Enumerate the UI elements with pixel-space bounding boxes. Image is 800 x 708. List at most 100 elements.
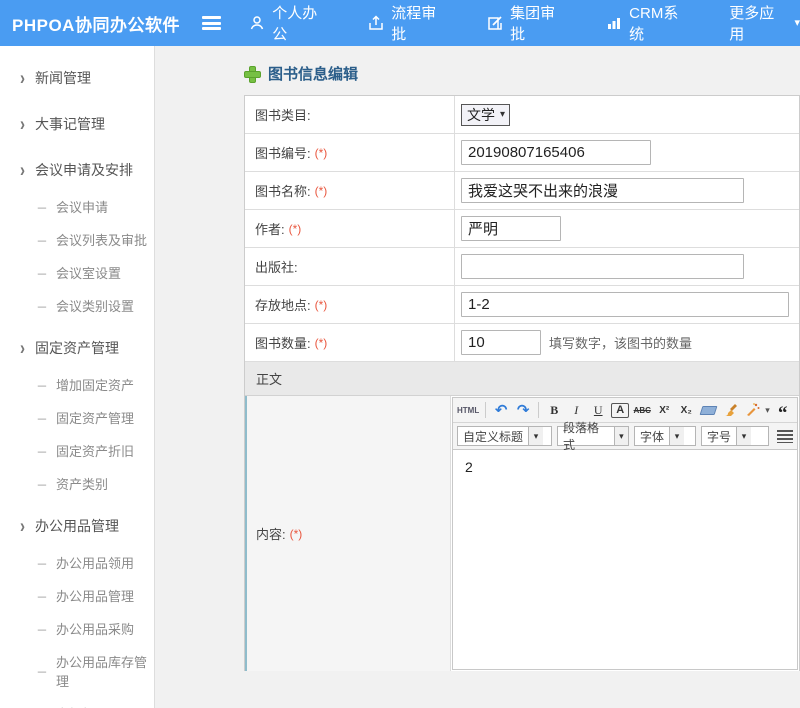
- sidebar-item-meeting-category[interactable]: — 会议类别设置: [0, 289, 154, 322]
- book-name-label: 图书名称:: [255, 181, 311, 200]
- font-size-select[interactable]: 字号 ▾: [701, 426, 769, 446]
- sidebar-item-asset-manage[interactable]: — 固定资产管理: [0, 401, 154, 434]
- sidebar-item-meeting-list[interactable]: — 会议列表及审批: [0, 223, 154, 256]
- location-label: 存放地点:: [255, 295, 311, 314]
- body-section-title: 正文: [256, 369, 282, 388]
- dash-icon: —: [38, 556, 46, 570]
- subscript-button[interactable]: X₂: [677, 401, 695, 419]
- nav-crm-system[interactable]: CRM系统: [606, 2, 691, 44]
- dash-icon: —: [38, 200, 46, 214]
- italic-button[interactable]: I: [567, 401, 585, 419]
- sidebar-group-assets[interactable]: › 固定资产管理: [0, 328, 154, 368]
- quantity-input[interactable]: [461, 330, 541, 355]
- author-label: 作者:: [255, 219, 285, 238]
- paragraph-format-select[interactable]: 段落格式 ▾: [557, 426, 629, 446]
- superscript-button[interactable]: X²: [655, 401, 673, 419]
- rich-text-editor: HTML ↶ ↷ B I U A ABC X² X₂: [451, 396, 799, 671]
- custom-title-select[interactable]: 自定义标题 ▾: [457, 426, 552, 446]
- bold-button[interactable]: B: [545, 401, 563, 419]
- body-section-header: 正文: [245, 362, 799, 396]
- sidebar-item-asset-depreciation[interactable]: — 固定资产折旧: [0, 434, 154, 467]
- font-family-select[interactable]: 字体 ▾: [634, 426, 696, 446]
- sidebar-item-supplies-purchase[interactable]: — 办公用品采购: [0, 612, 154, 645]
- book-name-input[interactable]: [461, 178, 744, 203]
- sidebar-item-asset-add[interactable]: — 增加固定资产: [0, 368, 154, 401]
- chevron-right-icon: ›: [20, 515, 25, 537]
- category-label: 图书类目:: [255, 105, 311, 124]
- nav-group-approval[interactable]: 集团审批: [487, 2, 568, 44]
- required-mark: (*): [315, 298, 328, 312]
- underline-button[interactable]: U: [589, 401, 607, 419]
- sidebar-item-approval-permission[interactable]: — 审批权限设置: [0, 697, 154, 708]
- sidebar-item-label: 资产类别: [56, 474, 108, 493]
- sidebar-item-label: 办公用品采购: [56, 619, 134, 638]
- sidebar-group-label: 会议申请及安排: [35, 160, 133, 180]
- sidebar-item-label: 办公用品库存管理: [56, 652, 154, 690]
- dash-icon: —: [38, 664, 46, 678]
- dash-icon: —: [38, 622, 46, 636]
- magic-wand-icon[interactable]: [743, 401, 761, 419]
- sidebar-item-label: 办公用品领用: [56, 553, 134, 572]
- page-title: 图书信息编辑: [244, 63, 800, 84]
- form-row-quantity: 图书数量: (*) 填写数字，该图书的数量: [245, 324, 799, 362]
- chevron-right-icon: ›: [20, 159, 25, 181]
- dash-icon: —: [38, 444, 46, 458]
- blockquote-button[interactable]: “: [774, 401, 792, 419]
- caret-down-icon: ▾: [794, 18, 800, 29]
- sidebar-group-memorabilia[interactable]: › 大事记管理: [0, 104, 154, 144]
- book-category-select[interactable]: 文学 ▾: [461, 104, 510, 126]
- undo-icon[interactable]: ↶: [492, 401, 510, 419]
- strikethrough-button[interactable]: ABC: [633, 401, 651, 419]
- author-input[interactable]: [461, 216, 561, 241]
- sidebar-item-asset-category[interactable]: — 资产类别: [0, 467, 154, 500]
- editor-content-area[interactable]: 2: [453, 450, 797, 669]
- caret-down-icon: ▾: [669, 427, 684, 445]
- sidebar-group-news[interactable]: › 新闻管理: [0, 58, 154, 98]
- nav-personal-office[interactable]: 个人办公: [249, 2, 330, 44]
- page-title-text: 图书信息编辑: [268, 63, 358, 84]
- sidebar: › 新闻管理 › 大事记管理 › 会议申请及安排 — 会议申请 — 会议列表及审…: [0, 46, 155, 708]
- plus-icon: [244, 66, 259, 81]
- dash-icon: —: [38, 266, 46, 280]
- required-mark: (*): [315, 336, 328, 350]
- required-mark: (*): [315, 184, 328, 198]
- publisher-label: 出版社:: [255, 257, 298, 276]
- publisher-input[interactable]: [461, 254, 744, 279]
- sidebar-group-meeting[interactable]: › 会议申请及安排: [0, 150, 154, 190]
- book-no-input[interactable]: [461, 140, 651, 165]
- nav-workflow-approval[interactable]: 流程审批: [368, 2, 449, 44]
- required-mark: (*): [315, 146, 328, 160]
- sidebar-item-label: 审批权限设置: [56, 704, 134, 708]
- align-justify-icon[interactable]: [777, 430, 793, 443]
- sidebar-item-label: 固定资产管理: [56, 408, 134, 427]
- hamburger-menu-icon[interactable]: [202, 16, 222, 30]
- form-row-book-name: 图书名称: (*): [245, 172, 799, 210]
- format-brush-icon[interactable]: [721, 401, 739, 419]
- chevron-right-icon: ›: [20, 113, 25, 135]
- redo-icon[interactable]: ↷: [514, 401, 532, 419]
- chevron-right-icon: ›: [20, 67, 25, 89]
- location-input[interactable]: [461, 292, 789, 317]
- caret-down-icon: ▾: [528, 427, 543, 445]
- sidebar-item-label: 固定资产折旧: [56, 441, 134, 460]
- sidebar-item-meeting-apply[interactable]: — 会议申请: [0, 190, 154, 223]
- sidebar-group-supplies[interactable]: › 办公用品管理: [0, 506, 154, 546]
- chevron-right-icon: ›: [20, 337, 25, 359]
- eraser-icon[interactable]: [699, 401, 717, 419]
- form-row-category: 图书类目: 文学 ▾: [245, 96, 799, 134]
- dash-icon: —: [38, 589, 46, 603]
- book-no-label: 图书编号:: [255, 143, 311, 162]
- nav-more-apps[interactable]: 更多应用 ▾: [729, 2, 800, 44]
- user-icon: [249, 15, 265, 31]
- sidebar-item-meeting-room[interactable]: — 会议室设置: [0, 256, 154, 289]
- sidebar-group-label: 固定资产管理: [35, 338, 119, 358]
- font-color-button[interactable]: A: [611, 403, 629, 418]
- dash-icon: —: [38, 299, 46, 313]
- sidebar-item-supplies-claim[interactable]: — 办公用品领用: [0, 546, 154, 579]
- html-source-button[interactable]: HTML: [457, 401, 479, 419]
- sidebar-item-supplies-stock[interactable]: — 办公用品库存管理: [0, 645, 154, 697]
- wand-caret-icon[interactable]: ▾: [765, 406, 770, 415]
- form-row-location: 存放地点: (*): [245, 286, 799, 324]
- dash-icon: —: [38, 233, 46, 247]
- sidebar-item-supplies-manage[interactable]: — 办公用品管理: [0, 579, 154, 612]
